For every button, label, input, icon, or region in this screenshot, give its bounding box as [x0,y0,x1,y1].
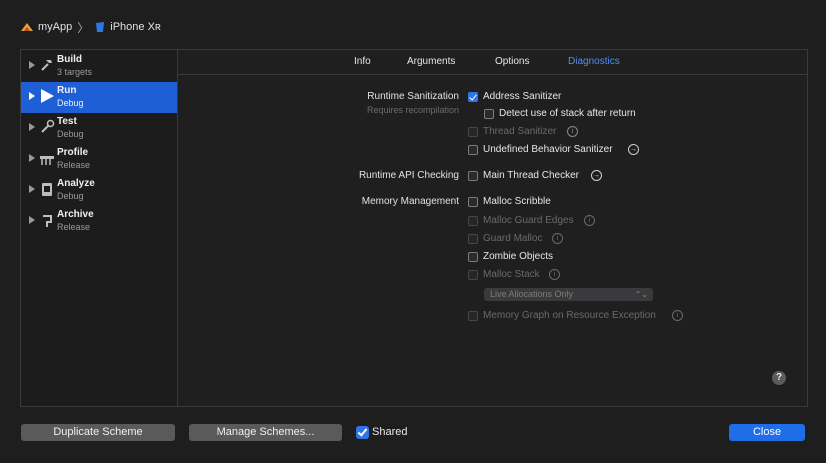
chevron-right-icon: 〉 [77,20,90,35]
tab-bar: Info Arguments Options Diagnostics [178,50,807,75]
sidebar-item-sublabel: Debug [57,98,84,108]
guard-malloc-checkbox[interactable] [468,234,478,244]
sidebar-item-label: Profile [57,147,89,158]
disclosure-triangle-icon[interactable] [29,216,35,224]
wrench-icon [41,119,55,133]
info-icon[interactable]: i [584,215,595,226]
sidebar-item-label: Analyze [57,178,95,189]
sidebar-item-profile[interactable]: Profile Release [21,144,177,175]
sidebar-item-sublabel: Debug [57,129,84,139]
detect-stack-after-return-label: Detect use of stack after return [499,108,636,119]
manage-schemes-button[interactable]: Manage Schemes... [189,424,342,441]
memory-graph-label: Memory Graph on Resource Exception [483,310,656,321]
scheme-editor-panel: Build 3 targets Run Debug Test Debug Pro… [20,49,808,407]
instruments-icon [40,156,54,165]
info-icon[interactable]: i [549,269,560,280]
main-thread-checker-label: Main Thread Checker [483,170,579,181]
breadcrumb-device[interactable]: iPhone Xʀ [94,21,161,33]
shared-checkbox[interactable] [356,426,369,439]
sidebar-item-sublabel: Release [57,160,91,170]
malloc-stack-mode-select[interactable]: Live Allocations Only ⌃⌄ [484,288,653,301]
device-icon [96,22,105,32]
disclosure-triangle-icon[interactable] [29,92,35,100]
sidebar-item-sublabel: Debug [57,191,84,201]
navigate-arrow-icon[interactable]: → [591,170,602,181]
malloc-stack-mode-value: Live Allocations Only [490,289,574,299]
chevron-updown-icon: ⌃⌄ [634,290,648,299]
info-icon[interactable]: i [567,126,578,137]
disclosure-triangle-icon[interactable] [29,185,35,193]
ub-sanitizer-checkbox[interactable] [468,145,478,155]
memory-management-label: Memory Management [361,196,459,207]
tab-options[interactable]: Options [495,56,529,67]
info-icon[interactable]: i [672,310,683,321]
sidebar-item-sublabel: Release [57,222,91,232]
disclosure-triangle-icon[interactable] [29,123,35,131]
runtime-sanitization-label: Runtime Sanitization [367,91,459,102]
close-button[interactable]: Close [729,424,805,441]
sidebar-item-test[interactable]: Test Debug [21,113,177,144]
shared-label: Shared [372,426,408,438]
diagnostics-pane: Runtime Sanitization Requires recompilat… [178,75,807,406]
scheme-action-sidebar: Build 3 targets Run Debug Test Debug Pro… [21,50,178,406]
sidebar-item-sublabel: 3 targets [57,67,93,77]
detect-stack-after-return-checkbox[interactable] [484,109,494,119]
analyze-icon [42,183,52,196]
breadcrumb-app[interactable]: myApp [20,21,72,33]
info-icon[interactable]: i [552,233,563,244]
tab-diagnostics[interactable]: Diagnostics [568,56,620,67]
sidebar-item-label: Test [57,116,77,127]
malloc-stack-checkbox[interactable] [468,270,478,280]
malloc-stack-label: Malloc Stack [483,269,540,280]
app-target-icon [21,23,33,31]
sidebar-item-label: Archive [57,209,94,220]
sidebar-item-archive[interactable]: Archive Release [21,206,177,237]
breadcrumb-device-label: iPhone Xʀ [110,21,161,33]
duplicate-scheme-button[interactable]: Duplicate Scheme [21,424,175,441]
main-thread-checker-checkbox[interactable] [468,171,478,181]
sidebar-item-build[interactable]: Build 3 targets [21,51,177,82]
tab-info[interactable]: Info [354,56,371,67]
sidebar-item-label: Build [57,54,82,65]
archive-icon [43,215,52,227]
guard-malloc-label: Guard Malloc [483,233,543,244]
disclosure-triangle-icon[interactable] [29,61,35,69]
navigate-arrow-icon[interactable]: → [628,144,639,155]
sidebar-item-label: Run [57,85,77,96]
sidebar-item-run[interactable]: Run Debug [21,82,177,113]
memory-graph-checkbox[interactable] [468,311,478,321]
zombie-objects-label: Zombie Objects [483,251,554,262]
malloc-guard-edges-checkbox[interactable] [468,216,478,226]
breadcrumb: myApp 〉 iPhone Xʀ [20,18,161,36]
hammer-icon [41,60,52,71]
help-button[interactable]: ? [772,371,786,385]
malloc-guard-edges-label: Malloc Guard Edges [483,215,574,226]
breadcrumb-app-label: myApp [38,21,73,33]
ub-sanitizer-label: Undefined Behavior Sanitizer [483,144,613,155]
requires-recompilation-note: Requires recompilation [366,105,459,115]
address-sanitizer-label: Address Sanitizer [483,91,562,102]
malloc-scribble-checkbox[interactable] [468,197,478,207]
thread-sanitizer-checkbox[interactable] [468,127,478,137]
malloc-scribble-label: Malloc Scribble [483,196,551,207]
runtime-api-checking-label: Runtime API Checking [358,170,459,181]
zombie-objects-checkbox[interactable] [468,252,478,262]
disclosure-triangle-icon[interactable] [29,154,35,162]
address-sanitizer-checkbox[interactable] [468,92,478,102]
tab-arguments[interactable]: Arguments [407,56,455,67]
thread-sanitizer-label: Thread Sanitizer [483,126,557,137]
sidebar-item-analyze[interactable]: Analyze Debug [21,175,177,206]
play-icon [41,89,54,103]
